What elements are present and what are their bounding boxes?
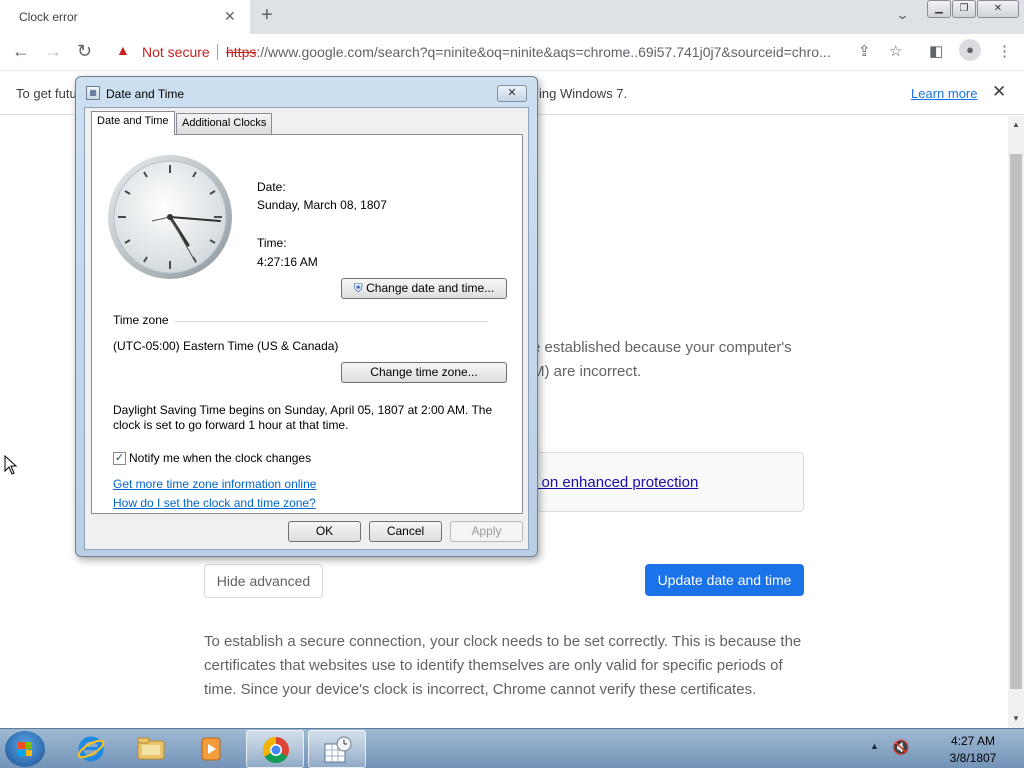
internet-explorer-icon (77, 736, 105, 762)
omnibox-separator (217, 44, 218, 60)
reload-icon[interactable]: ↻ (77, 41, 92, 62)
change-date-time-button[interactable]: ⛨ Change date and time... (341, 278, 507, 299)
folder-icon (137, 737, 165, 760)
taskbar-date-and-time[interactable] (308, 730, 366, 768)
taskbar-clock-time[interactable]: 4:27 AM (929, 734, 1017, 748)
tab-date-and-time[interactable]: Date and Time (91, 111, 175, 135)
uac-shield-icon: ⛨ (353, 281, 363, 295)
infobar-close-icon[interactable]: ✕ (992, 82, 1006, 102)
explanation-line: time. Since your device's clock is incor… (204, 681, 757, 698)
taskbar-windows-explorer[interactable] (122, 730, 180, 768)
security-label[interactable]: Not secure (142, 44, 210, 60)
warning-icon: ▲ (116, 42, 130, 58)
taskbar: ▲ 🔇 4:27 AM 3/8/1807 (0, 728, 1024, 768)
scroll-thumb[interactable] (1010, 154, 1022, 689)
tab-strip: Clock error ✕ + ⌄ ▁ ❐ ✕ (0, 0, 1024, 34)
start-button[interactable] (5, 731, 45, 767)
new-tab-button[interactable]: + (261, 4, 273, 27)
notify-label[interactable]: Notify me when the clock changes (129, 451, 311, 465)
chrome-icon (262, 736, 289, 764)
url-rest: ://www.google.com/search?q=ninite&oq=nin… (256, 44, 831, 60)
address-bar[interactable]: ▲ Not secure https://www.google.com/sear… (104, 38, 856, 66)
explanation-line: To establish a secure connection, your c… (204, 633, 802, 650)
mouse-cursor-icon (4, 455, 18, 475)
change-timezone-button[interactable]: Change time zone... (341, 362, 507, 383)
timezone-divider (175, 321, 488, 322)
side-panel-icon[interactable]: ◧ (929, 42, 943, 60)
url-scheme: https (226, 44, 257, 60)
restore-button[interactable]: ❐ (952, 0, 976, 18)
share-icon[interactable]: ⇪ (858, 42, 871, 60)
browser-toolbar: ← → ↻ ▲ Not secure https://www.google.co… (0, 34, 1024, 71)
profile-avatar-icon[interactable]: ● (959, 39, 981, 61)
dst-text-line-2: clock is set to go forward 1 hour at tha… (113, 418, 349, 432)
timezone-heading: Time zone (113, 313, 169, 327)
browser-tab[interactable]: Clock error ✕ (0, 0, 250, 34)
taskbar-clock-date[interactable]: 3/8/1807 (929, 751, 1017, 765)
calendar-clock-icon (324, 736, 352, 763)
url-text[interactable]: https://www.google.com/search?q=ninite&o… (226, 44, 846, 60)
infobar-text-left: To get futu (16, 86, 77, 101)
enhanced-protection-link[interactable]: rn on enhanced protection (524, 474, 698, 491)
back-icon[interactable]: ← (12, 41, 30, 62)
dialog-body: Date and Time Additional Clocks Date: Su… (84, 107, 529, 550)
dst-text-line-1: Daylight Saving Time begins on Sunday, A… (113, 403, 493, 417)
apply-button[interactable]: Apply (450, 521, 523, 542)
timezone-info-link[interactable]: Get more time zone information online (113, 477, 316, 491)
cancel-button[interactable]: Cancel (369, 521, 442, 542)
hide-advanced-button[interactable]: Hide advanced (204, 564, 323, 598)
update-date-time-button[interactable]: Update date and time (645, 564, 804, 596)
analog-clock-icon (108, 155, 232, 279)
taskbar-chrome[interactable] (246, 730, 304, 768)
date-label: Date: (257, 180, 286, 194)
time-value: 4:27:16 AM (257, 255, 318, 269)
change-date-time-label: Change date and time... (366, 281, 495, 295)
taskbar-internet-explorer[interactable] (62, 730, 120, 768)
explanation-line: certificates that websites use to identi… (204, 657, 783, 674)
learn-more-link[interactable]: Learn more (911, 86, 977, 101)
media-player-icon (201, 737, 221, 761)
tab-search-chevron-icon[interactable]: ⌄ (895, 7, 909, 23)
error-text-line-2: M) are incorrect. (532, 363, 642, 380)
date-time-tab-panel: Date: Sunday, March 08, 1807 Time: 4:27:… (91, 134, 523, 514)
date-time-dialog: ▦ Date and Time ✕ Date and Time Addition… (75, 76, 538, 557)
error-text-line-1: e established because your computer's (532, 339, 792, 356)
calendar-clock-icon: ▦ (86, 86, 100, 100)
window-controls: ▁ ❐ ✕ (927, 0, 1020, 18)
show-hidden-icons-icon[interactable]: ▲ (870, 741, 879, 751)
minimize-button[interactable]: ▁ (927, 0, 951, 18)
time-label: Time: (257, 236, 287, 250)
page-scrollbar[interactable]: ▲ ▼ (1008, 116, 1024, 728)
tab-additional-clocks[interactable]: Additional Clocks (176, 113, 273, 134)
menu-kebab-icon[interactable]: ⋮ (997, 42, 1012, 60)
tab-title: Clock error (19, 10, 78, 24)
date-value: Sunday, March 08, 1807 (257, 198, 387, 212)
bookmark-star-icon[interactable]: ☆ (889, 42, 902, 60)
scroll-up-icon[interactable]: ▲ (1012, 120, 1020, 129)
window-close-button[interactable]: ✕ (977, 0, 1019, 18)
tab-close-icon[interactable]: ✕ (224, 8, 236, 25)
volume-muted-icon[interactable]: 🔇 (892, 739, 909, 756)
dialog-title: Date and Time (106, 87, 185, 101)
windows-logo-icon (18, 742, 32, 756)
infobar-text-right: ing Windows 7. (539, 86, 628, 101)
taskbar-media-player[interactable] (182, 730, 240, 768)
ok-button[interactable]: OK (288, 521, 361, 542)
set-clock-help-link[interactable]: How do I set the clock and time zone? (113, 496, 316, 510)
timezone-value: (UTC-05:00) Eastern Time (US & Canada) (113, 339, 339, 353)
notify-checkbox[interactable]: ✓ (113, 452, 126, 465)
forward-icon[interactable]: → (44, 41, 62, 62)
scroll-down-icon[interactable]: ▼ (1012, 714, 1020, 723)
dialog-close-button[interactable]: ✕ (497, 85, 527, 102)
